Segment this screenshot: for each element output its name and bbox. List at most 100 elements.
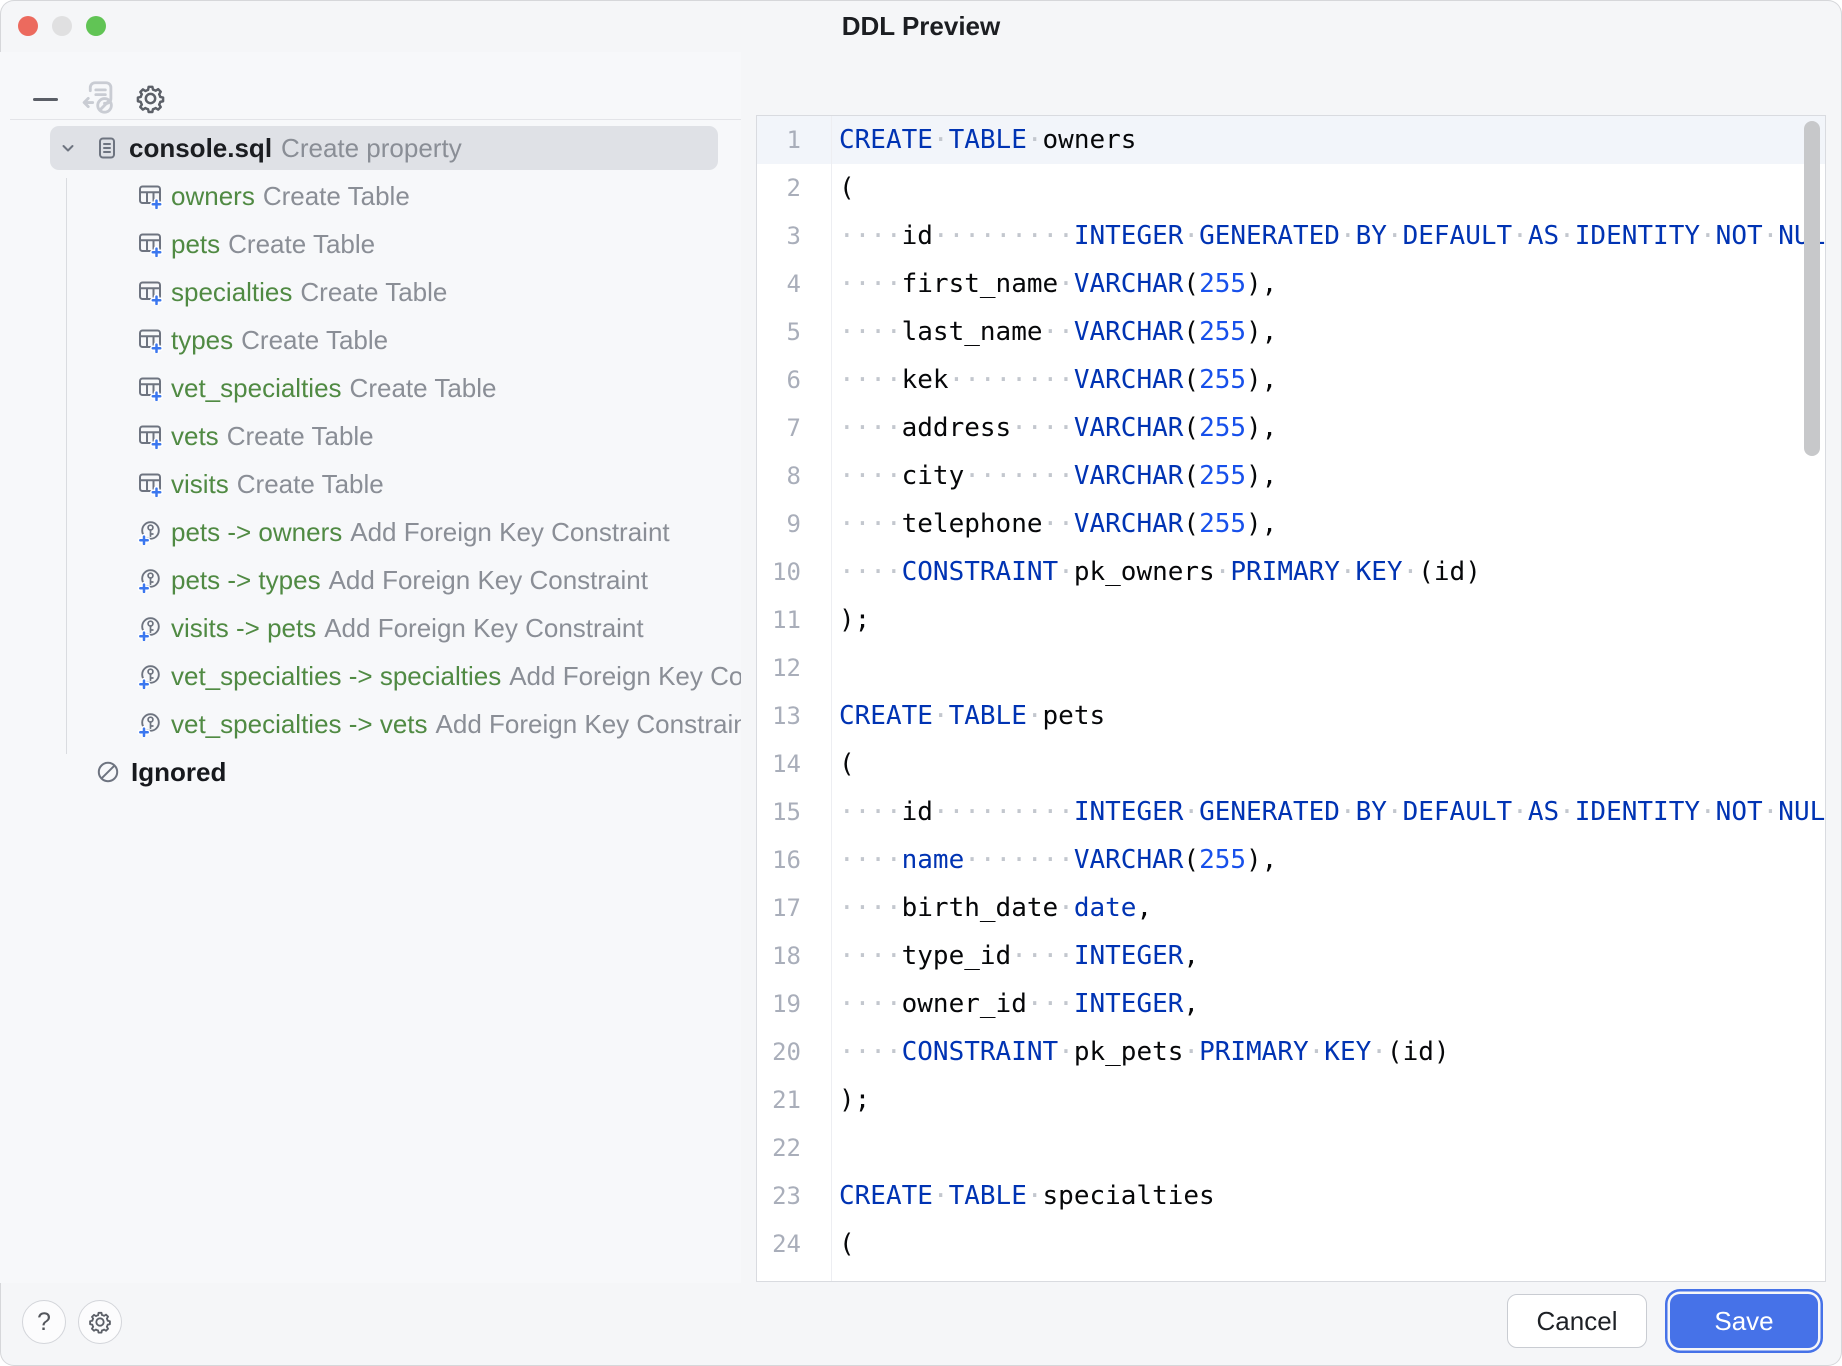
line-number: 3 — [757, 222, 831, 250]
table-add-icon — [137, 471, 163, 497]
settings-button[interactable] — [78, 1300, 122, 1344]
line-number: 4 — [757, 270, 831, 298]
line-number: 24 — [757, 1230, 831, 1258]
line-number: 15 — [757, 798, 831, 826]
tree-item-vets[interactable]: vetsCreate Table — [0, 412, 741, 460]
line-number: 10 — [757, 558, 831, 586]
tree-item-action: Add Foreign Key Constraint — [350, 517, 669, 548]
code-line-text: ····CONSTRAINT·pk_pets·PRIMARY·KEY·(id) — [831, 1037, 1450, 1067]
code-line: 18····type_id····INTEGER, — [757, 932, 1825, 980]
root-item-detail: Create property — [281, 133, 462, 164]
code-line-text: ····last_name··VARCHAR(255), — [831, 317, 1277, 347]
tree-item-vet-specialties-vets[interactable]: vet_specialties -> vets Add Foreign Key C… — [0, 700, 741, 748]
code-line: 23CREATE·TABLE·specialties — [757, 1172, 1825, 1220]
code-line-text: ····CONSTRAINT·pk_owners·PRIMARY·KEY·(id… — [831, 557, 1481, 587]
tree-item-visits[interactable]: visitsCreate Table — [0, 460, 741, 508]
code-line: 14( — [757, 740, 1825, 788]
tree-item-name: vet_specialties -> specialties — [171, 661, 501, 692]
tree-item-owners[interactable]: ownersCreate Table — [0, 172, 741, 220]
line-number: 16 — [757, 846, 831, 874]
tree-item-name: pets -> types — [171, 565, 321, 596]
title-bar: DDL Preview — [0, 0, 1842, 52]
tree-item-action: Create Table — [237, 469, 384, 500]
table-add-icon — [137, 375, 163, 401]
gear-icon — [87, 1309, 113, 1335]
tree-item-action: Create Table — [228, 229, 375, 260]
code-line-text: ····city·······VARCHAR(255), — [831, 461, 1277, 491]
gutter-separator — [831, 116, 832, 1281]
line-number: 17 — [757, 894, 831, 922]
ddl-operations-tree: console.sql Create property ownersCreate… — [0, 124, 741, 1283]
collapse-all-icon[interactable] — [33, 98, 58, 101]
tree-item-specialties[interactable]: specialtiesCreate Table — [0, 268, 741, 316]
code-line-text: ); — [831, 1085, 870, 1115]
code-line-text: ····id·········INTEGER·GENERATED·BY·DEFA… — [831, 797, 1826, 827]
save-button[interactable]: Save — [1670, 1294, 1818, 1348]
tree-item-console-sql[interactable]: console.sql Create property — [0, 124, 741, 172]
rollback-changes-icon[interactable] — [80, 78, 118, 121]
code-line-text: ( — [831, 749, 855, 779]
tree-item-pets-types[interactable]: pets -> types Add Foreign Key Constraint — [0, 556, 741, 604]
tree-item-pets[interactable]: petsCreate Table — [0, 220, 741, 268]
tree-item-name: types — [171, 325, 233, 356]
tree-item-pets-owners[interactable]: pets -> owners Add Foreign Key Constraint — [0, 508, 741, 556]
tree-item-name: vet_specialties -> vets — [171, 709, 428, 740]
code-line: 19····owner_id···INTEGER, — [757, 980, 1825, 1028]
tree-item-vet-specialties[interactable]: vet_specialties Create Table — [0, 364, 741, 412]
sql-file-icon — [94, 135, 120, 161]
code-line-text: ); — [831, 605, 870, 635]
code-line: 13CREATE·TABLE·pets — [757, 692, 1825, 740]
line-number: 5 — [757, 318, 831, 346]
tree-item-action: Create Table — [300, 277, 447, 308]
tree-item-name: owners — [171, 181, 255, 212]
chevron-down-icon[interactable] — [55, 135, 81, 161]
line-number: 13 — [757, 702, 831, 730]
tree-settings-gear-icon[interactable] — [134, 82, 167, 120]
foreign-key-add-icon — [137, 519, 163, 545]
code-line: 8····city·······VARCHAR(255), — [757, 452, 1825, 500]
code-line: 7····address····VARCHAR(255), — [757, 404, 1825, 452]
line-number: 1 — [757, 126, 831, 154]
toolbar-separator — [10, 119, 741, 120]
code-line: 22 — [757, 1124, 1825, 1172]
code-line-text: ····telephone··VARCHAR(255), — [831, 509, 1277, 539]
tree-item-action: Add Foreign Key Constraint — [436, 709, 741, 740]
ignored-label: Ignored — [131, 757, 226, 788]
code-line-text: CREATE·TABLE·pets — [831, 701, 1105, 731]
tree-item-action: Add Foreign Key Constraint — [329, 565, 648, 596]
code-line: 12 — [757, 644, 1825, 692]
code-line-text: ····type_id····INTEGER, — [831, 941, 1199, 971]
tree-item-types[interactable]: types Create Table — [0, 316, 741, 364]
root-item-label: console.sql — [129, 133, 272, 164]
tree-item-name: pets -> owners — [171, 517, 342, 548]
editor-scrollbar-thumb[interactable] — [1804, 121, 1820, 456]
tree-item-action: Create Table — [350, 373, 497, 404]
line-number: 9 — [757, 510, 831, 538]
line-number: 8 — [757, 462, 831, 490]
code-line-text: CREATE·TABLE·specialties — [831, 1181, 1215, 1211]
code-line-text: ····owner_id···INTEGER, — [831, 989, 1199, 1019]
line-number: 11 — [757, 606, 831, 634]
tree-item-visits-pets[interactable]: visits -> petsAdd Foreign Key Constraint — [0, 604, 741, 652]
code-line: 17····birth_date·date, — [757, 884, 1825, 932]
table-add-icon — [137, 231, 163, 257]
code-line: 4····first_name·VARCHAR(255), — [757, 260, 1825, 308]
tree-item-name: vet_specialties — [171, 373, 342, 404]
foreign-key-add-icon — [137, 615, 163, 641]
tree-item-ignored[interactable]: Ignored — [0, 748, 741, 796]
ignored-icon — [95, 759, 121, 785]
line-number: 6 — [757, 366, 831, 394]
cancel-button[interactable]: Cancel — [1507, 1294, 1647, 1348]
ddl-tree-panel: console.sql Create property ownersCreate… — [0, 52, 741, 1283]
line-number: 20 — [757, 1038, 831, 1066]
line-number: 21 — [757, 1086, 831, 1114]
help-button[interactable]: ? — [22, 1300, 66, 1344]
tree-item-action: Create Table — [241, 325, 388, 356]
tree-item-name: visits -> pets — [171, 613, 316, 644]
dialog-title: DDL Preview — [0, 11, 1842, 42]
dialog-footer: ? Cancel Save — [0, 1282, 1842, 1366]
code-line: 15····id·········INTEGER·GENERATED·BY·DE… — [757, 788, 1825, 836]
foreign-key-add-icon — [137, 567, 163, 593]
ddl-code-editor[interactable]: 1CREATE·TABLE·owners2(3····id·········IN… — [756, 115, 1826, 1282]
tree-item-vet-specialties-specialties[interactable]: vet_specialties -> specialtiesAdd Foreig… — [0, 652, 741, 700]
